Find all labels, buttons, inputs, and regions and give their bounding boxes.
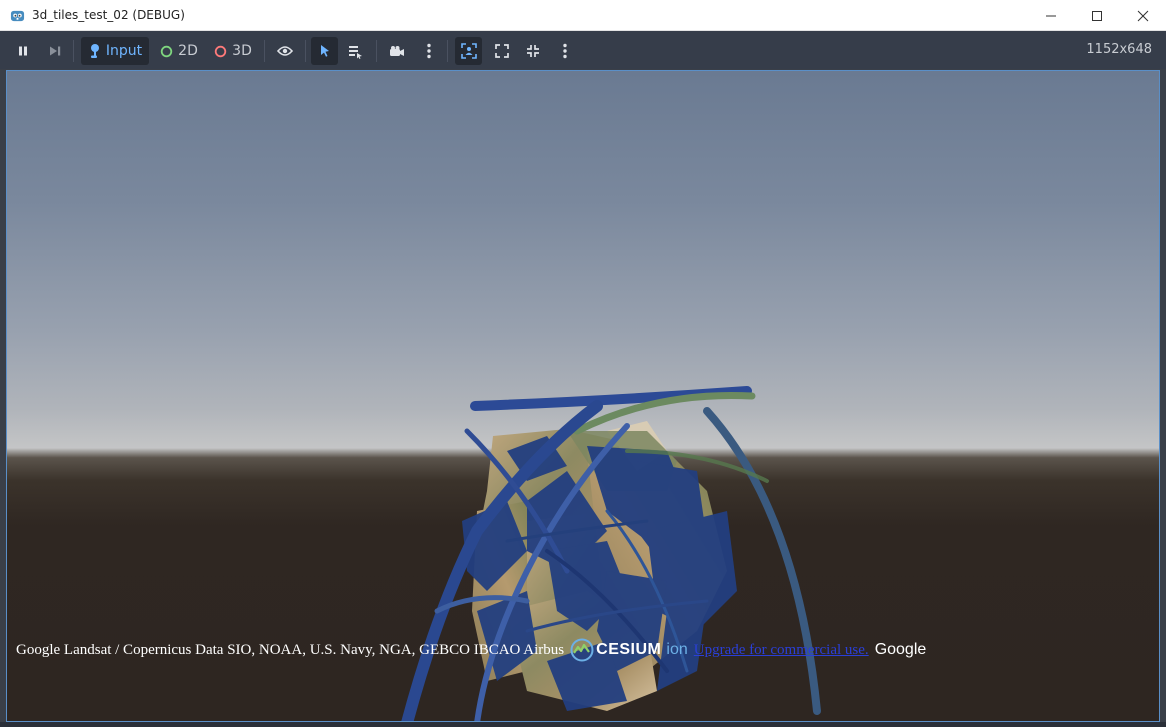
- kebab-icon: [427, 43, 431, 59]
- maximize-button[interactable]: [1074, 0, 1120, 31]
- step-icon: [50, 46, 61, 56]
- minimize-icon: [1046, 15, 1056, 16]
- mode-2d-button[interactable]: 2D: [156, 37, 202, 65]
- window-title: 3d_tiles_test_02 (DEBUG): [32, 8, 185, 22]
- joystick-icon: [90, 44, 99, 58]
- mode-3d-button[interactable]: 3D: [210, 37, 256, 65]
- viewport-resolution: 1152x648: [1086, 42, 1152, 57]
- list-select-button[interactable]: [344, 37, 368, 65]
- camera-override-button[interactable]: [385, 37, 409, 65]
- maximize-icon: [1092, 10, 1102, 21]
- embed-focus-button[interactable]: [455, 37, 482, 65]
- minimize-button[interactable]: [1028, 0, 1074, 31]
- camera-icon: [390, 45, 404, 56]
- window-title-bar: 3d_tiles_test_02 (DEBUG): [0, 0, 1166, 31]
- game-toolbar: Input 2D 3D 1152x648: [0, 31, 1166, 69]
- cesium-ion-word: ion: [666, 641, 688, 658]
- circle-3d-icon: [214, 45, 227, 57]
- expand-icon: [495, 44, 509, 58]
- focus-frame-icon: [460, 43, 477, 59]
- cesium-logo-icon: [570, 638, 594, 662]
- upgrade-commercial-link[interactable]: Upgrade for commercial use.: [694, 642, 869, 659]
- select-arrow-icon: [320, 45, 329, 57]
- cesium-word: CESIUM: [596, 641, 662, 658]
- game-viewport[interactable]: Google Landsat / Copernicus Data SIO, NO…: [6, 70, 1160, 722]
- list-edit-icon: [349, 45, 362, 59]
- camera-options-button[interactable]: [419, 37, 439, 65]
- globe-tiles-scene: [401, 386, 821, 721]
- shrink-button[interactable]: [521, 37, 545, 65]
- close-button[interactable]: [1120, 0, 1166, 31]
- input-toggle-button[interactable]: Input: [81, 37, 149, 65]
- kebab-icon: [563, 43, 567, 59]
- input-label: Input: [105, 43, 143, 59]
- mode-2d-label: 2D: [178, 43, 198, 59]
- eye-icon: [277, 46, 293, 56]
- shrink-icon: [527, 45, 539, 57]
- cesium-ion-logo[interactable]: CESIUM ion: [570, 638, 688, 662]
- pause-button[interactable]: [12, 37, 34, 65]
- step-frame-button[interactable]: [44, 37, 66, 65]
- visibility-button[interactable]: [273, 37, 297, 65]
- google-attribution: Google: [874, 641, 927, 658]
- godot-app-icon: [10, 10, 25, 22]
- expand-button[interactable]: [490, 37, 514, 65]
- mode-3d-label: 3D: [232, 43, 252, 59]
- attribution-bar: Google Landsat / Copernicus Data SIO, NO…: [16, 638, 926, 662]
- pause-icon: [19, 46, 27, 56]
- select-mode-button[interactable]: [311, 37, 338, 65]
- data-credits-text: Google Landsat / Copernicus Data SIO, NO…: [16, 641, 565, 658]
- embed-options-button[interactable]: [555, 37, 575, 65]
- status-strip: [0, 722, 1166, 727]
- circle-2d-icon: [160, 45, 173, 57]
- close-icon: [1137, 10, 1149, 21]
